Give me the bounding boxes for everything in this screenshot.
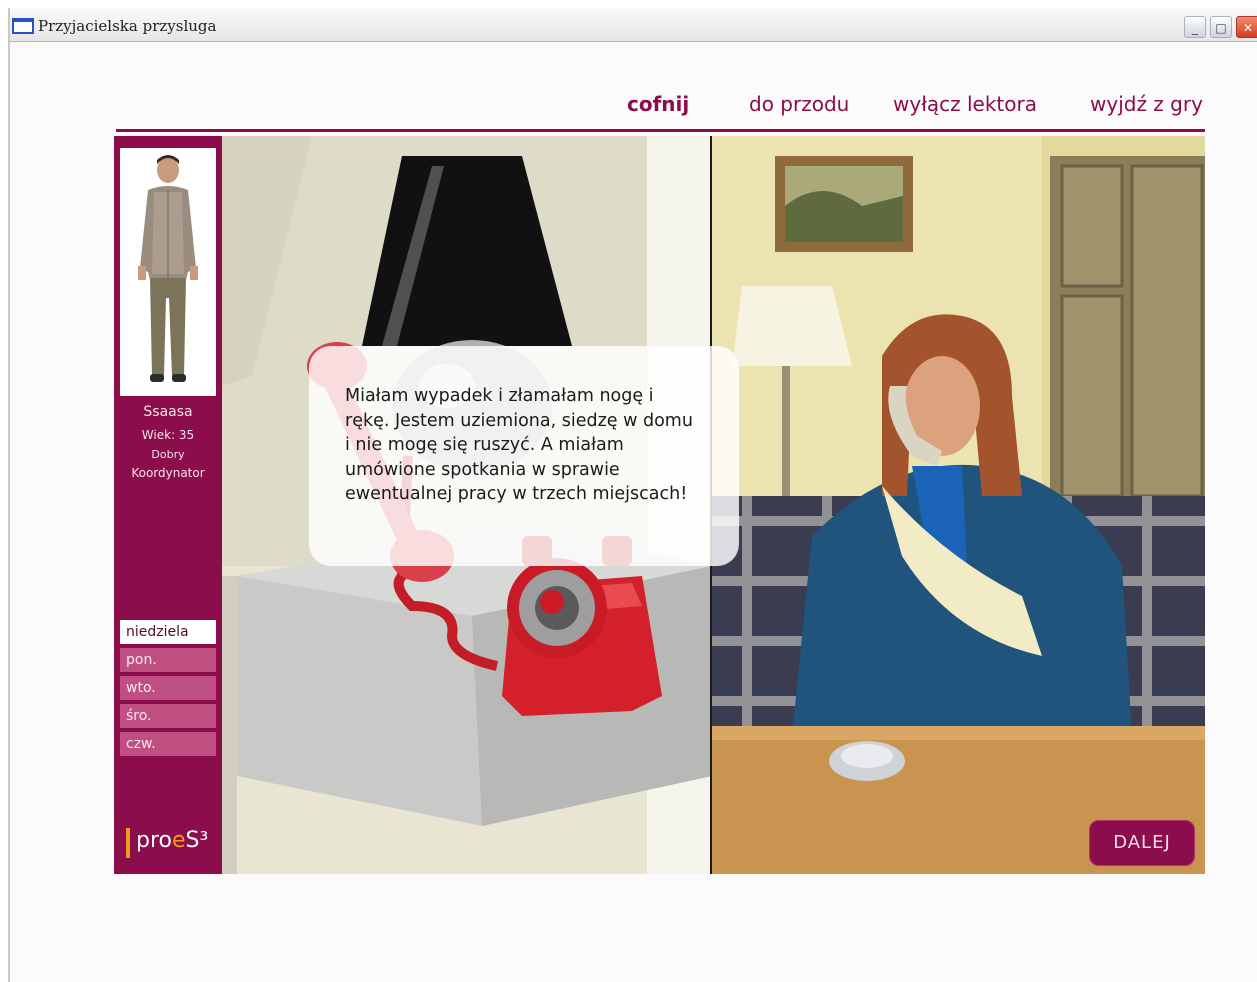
maximize-button[interactable]: □ — [1210, 16, 1232, 38]
mute-narrator-link[interactable]: wyłącz lektora — [893, 92, 1037, 116]
woman-scene-illustration — [712, 136, 1205, 874]
dialog-text: Miałam wypadek i złamałam nogę i rękę. J… — [345, 386, 693, 504]
avatar — [120, 148, 216, 396]
quit-game-link[interactable]: wyjdź z gry — [1090, 92, 1203, 116]
profile-name: Ssaasa — [143, 404, 193, 420]
profile-age: Wiek: 35 — [141, 428, 195, 442]
profile-status: Dobry — [151, 448, 185, 461]
sidebar: Ssaasa Wiek: 35 Dobry Koordynator niedzi… — [114, 136, 222, 874]
day-item-sro[interactable]: śro. — [120, 704, 216, 728]
title-bar: Przyjacielska przysluga _ □ ✕ — [10, 8, 1257, 42]
forward-link[interactable]: do przodu — [749, 92, 849, 116]
close-button[interactable]: ✕ — [1236, 16, 1257, 38]
minimize-button[interactable]: _ — [1184, 16, 1206, 38]
day-list: niedziela pon. wto. śro. czw. — [120, 620, 216, 760]
day-item-wto[interactable]: wto. — [120, 676, 216, 700]
logo-text: proeS³ — [136, 828, 209, 853]
day-item-czw[interactable]: czw. — [120, 732, 216, 756]
speech-bubble: Miałam wypadek i złamałam nogę i rękę. J… — [309, 346, 739, 566]
day-item-niedziela[interactable]: niedziela — [120, 620, 216, 644]
person-figure-illustration — [138, 155, 198, 382]
next-button[interactable]: DALEJ — [1089, 820, 1195, 866]
day-item-pon[interactable]: pon. — [120, 648, 216, 672]
game-stage: Ssaasa Wiek: 35 Dobry Koordynator niedzi… — [114, 136, 1205, 874]
scene-right-woman — [712, 136, 1205, 874]
top-navigation: cofnij do przodu wyłącz lektora wyjdź z … — [0, 92, 1257, 122]
nav-divider — [116, 129, 1205, 132]
back-link[interactable]: cofnij — [627, 92, 689, 116]
window-icon — [12, 18, 34, 34]
logo-accent-bar — [126, 828, 130, 858]
window-title: Przyjacielska przysluga — [38, 17, 217, 35]
profile-role: Koordynator — [131, 466, 205, 480]
